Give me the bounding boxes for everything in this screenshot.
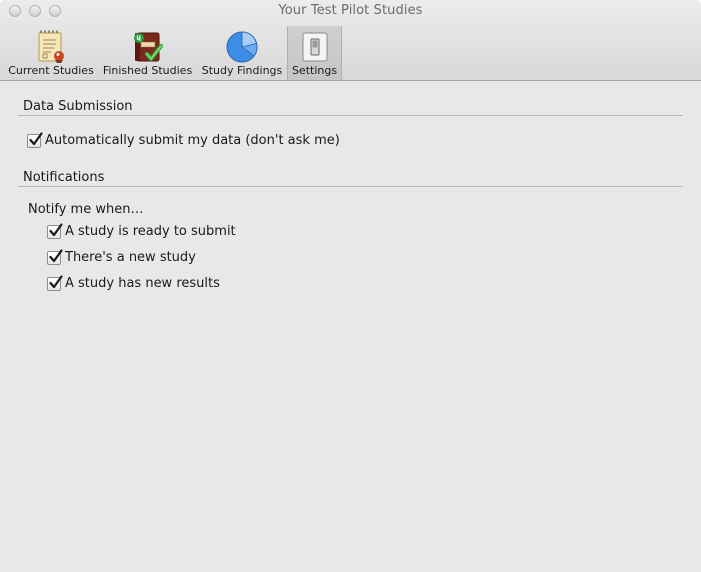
section-divider bbox=[18, 186, 683, 187]
tab-settings[interactable]: Settings bbox=[287, 26, 342, 80]
switch-icon bbox=[302, 32, 327, 62]
notify-new-results-checkbox[interactable] bbox=[47, 275, 63, 291]
notepad-icon bbox=[38, 30, 64, 63]
window-title: Your Test Pilot Studies bbox=[278, 3, 423, 18]
tab-label: Study Findings bbox=[201, 64, 283, 77]
auto-submit-checkbox[interactable] bbox=[27, 132, 43, 148]
notifications-heading: Notifications bbox=[23, 170, 105, 185]
title-bar: Your Test Pilot Studies Current Studies … bbox=[0, 0, 701, 81]
notify-new-study-checkbox[interactable] bbox=[47, 249, 63, 265]
tab-finished-studies[interactable]: Finished Studies bbox=[101, 26, 194, 80]
tab-study-findings[interactable]: Study Findings bbox=[199, 26, 285, 80]
checkmark-icon bbox=[49, 249, 63, 263]
tab-label: Settings bbox=[291, 64, 338, 77]
notify-ready-label: A study is ready to submit bbox=[65, 224, 236, 239]
auto-submit-label: Automatically submit my data (don't ask … bbox=[45, 133, 340, 148]
pie-chart-icon bbox=[226, 31, 258, 63]
notify-new-study-label: There's a new study bbox=[65, 250, 196, 265]
data-submission-heading: Data Submission bbox=[23, 99, 133, 114]
checkmark-icon bbox=[29, 132, 43, 146]
tab-label: Finished Studies bbox=[102, 64, 193, 77]
checkmark-icon bbox=[49, 275, 63, 289]
tab-label: Current Studies bbox=[8, 64, 94, 77]
notify-new-results-label: A study has new results bbox=[65, 276, 220, 291]
notify-intro-text: Notify me when… bbox=[28, 202, 144, 217]
section-divider bbox=[18, 115, 683, 116]
preferences-window: Your Test Pilot Studies Current Studies … bbox=[0, 0, 701, 572]
notify-ready-checkbox[interactable] bbox=[47, 223, 63, 239]
tab-current-studies[interactable]: Current Studies bbox=[6, 26, 96, 80]
checkmark-icon bbox=[49, 223, 63, 237]
book-check-icon bbox=[133, 32, 163, 62]
